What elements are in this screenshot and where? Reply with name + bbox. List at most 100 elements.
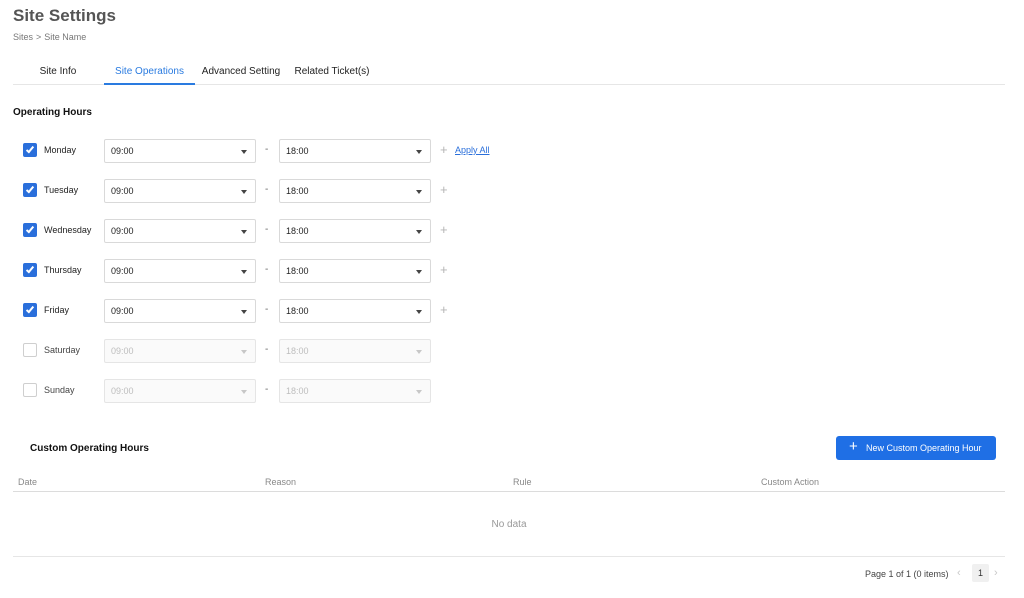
caret-down-icon — [241, 390, 247, 394]
caret-down-icon — [416, 310, 422, 314]
plus-icon[interactable]: + — [440, 142, 448, 157]
tab-related-tickets[interactable]: Related Ticket(s) — [294, 58, 370, 85]
tab-site-operations[interactable]: Site Operations — [104, 58, 195, 85]
end-time-select: 18:00 — [279, 379, 431, 403]
day-label: Thursday — [44, 265, 82, 275]
start-time-select[interactable]: 09:00 — [104, 299, 256, 323]
end-time-select-value: 18:00 — [286, 306, 309, 316]
day-checkbox-thursday[interactable] — [23, 263, 37, 277]
start-time-select[interactable]: 09:00 — [104, 139, 256, 163]
breadcrumb-current: Site Name — [44, 32, 87, 42]
plus-icon: + — [849, 438, 858, 455]
start-time-select[interactable]: 09:00 — [104, 179, 256, 203]
time-range-separator: - — [265, 264, 269, 275]
column-header-date: Date — [18, 477, 38, 487]
end-time-select[interactable]: 18:00 — [279, 179, 431, 203]
day-checkbox-wednesday[interactable] — [23, 223, 37, 237]
check-icon — [25, 144, 35, 154]
day-row-tuesday: Tuesday 09:00 18:00 - + — [0, 179, 520, 203]
time-range-separator: - — [265, 304, 269, 315]
time-range-separator: - — [265, 184, 269, 195]
caret-down-icon — [416, 350, 422, 354]
end-time-select[interactable]: 18:00 — [279, 139, 431, 163]
column-header-custom-action: Custom Action — [761, 477, 820, 487]
breadcrumb-sites-link[interactable]: Sites — [13, 32, 33, 42]
day-checkbox-friday[interactable] — [23, 303, 37, 317]
plus-icon[interactable]: + — [440, 262, 448, 277]
day-checkbox-monday[interactable] — [23, 143, 37, 157]
caret-down-icon — [416, 390, 422, 394]
column-header-rule: Rule — [513, 477, 532, 487]
time-range-separator: - — [265, 144, 269, 155]
custom-operating-hours-title: Custom Operating Hours — [30, 443, 149, 454]
caret-down-icon — [416, 190, 422, 194]
start-time-select-value: 09:00 — [111, 146, 134, 156]
caret-down-icon — [241, 270, 247, 274]
day-row-friday: Friday 09:00 18:00 - + — [0, 299, 520, 323]
time-range-separator: - — [265, 384, 269, 395]
caret-down-icon — [241, 230, 247, 234]
day-checkbox-sunday[interactable] — [23, 383, 37, 397]
day-label: Friday — [44, 305, 70, 315]
chevron-right-icon[interactable]: › — [994, 567, 998, 579]
time-range-separator: - — [265, 344, 269, 355]
start-time-select: 09:00 — [104, 379, 256, 403]
start-time-select-value: 09:00 — [111, 266, 134, 276]
apply-all-link[interactable]: Apply All — [455, 145, 490, 155]
day-label: Wednesday — [44, 225, 92, 235]
caret-down-icon — [241, 350, 247, 354]
start-time-select-value: 09:00 — [111, 306, 134, 316]
day-row-wednesday: Wednesday 09:00 18:00 - + — [0, 219, 520, 243]
plus-icon[interactable]: + — [440, 302, 448, 317]
pagination: Page 1 of 1 (0 items) ‹ 1 › — [850, 564, 1020, 582]
check-icon — [25, 224, 35, 234]
time-range-separator: - — [265, 224, 269, 235]
pagination-info: Page 1 of 1 (0 items) — [865, 569, 949, 579]
day-row-thursday: Thursday 09:00 18:00 - + — [0, 259, 520, 283]
start-time-select[interactable]: 09:00 — [104, 259, 256, 283]
pagination-page-button[interactable]: 1 — [972, 564, 989, 582]
day-row-saturday: Saturday 09:00 18:00 - — [0, 339, 520, 363]
end-time-select: 18:00 — [279, 339, 431, 363]
day-label: Saturday — [44, 345, 81, 355]
tab-advanced-setting[interactable]: Advanced Setting — [201, 58, 281, 85]
breadcrumb-separator: > — [36, 32, 42, 42]
caret-down-icon — [241, 150, 247, 154]
start-time-select-value: 09:00 — [111, 186, 134, 196]
chevron-left-icon[interactable]: ‹ — [957, 567, 961, 579]
empty-state-text: No data — [491, 519, 527, 530]
end-time-select[interactable]: 18:00 — [279, 259, 431, 283]
end-time-select-value: 18:00 — [286, 186, 309, 196]
plus-icon[interactable]: + — [440, 182, 448, 197]
end-time-select[interactable]: 18:00 — [279, 219, 431, 243]
caret-down-icon — [416, 270, 422, 274]
check-icon — [25, 184, 35, 194]
caret-down-icon — [241, 310, 247, 314]
column-header-reason: Reason — [265, 477, 297, 487]
end-time-select-value: 18:00 — [286, 266, 309, 276]
start-time-select-value: 09:00 — [111, 346, 134, 356]
start-time-select-value: 09:00 — [111, 386, 134, 396]
day-row-sunday: Sunday 09:00 18:00 - — [0, 379, 520, 403]
day-label: Tuesday — [44, 185, 79, 195]
day-checkbox-saturday[interactable] — [23, 343, 37, 357]
tab-site-info[interactable]: Site Info — [28, 58, 88, 85]
start-time-select-value: 09:00 — [111, 226, 134, 236]
caret-down-icon — [416, 150, 422, 154]
day-checkbox-tuesday[interactable] — [23, 183, 37, 197]
tab-bar: Site Info Site Operations Advanced Setti… — [13, 58, 1005, 85]
day-label: Sunday — [44, 385, 75, 395]
start-time-select[interactable]: 09:00 — [104, 219, 256, 243]
start-time-select: 09:00 — [104, 339, 256, 363]
page-title: Site Settings — [13, 6, 116, 25]
check-icon — [25, 304, 35, 314]
new-custom-operating-hour-button[interactable]: + New Custom Operating Hour — [836, 436, 996, 460]
day-row-monday: Monday 09:00 18:00 - + Apply All — [0, 139, 520, 163]
operating-hours-title: Operating Hours — [13, 107, 92, 118]
end-time-select-value: 18:00 — [286, 146, 309, 156]
day-label: Monday — [44, 145, 77, 155]
end-time-select[interactable]: 18:00 — [279, 299, 431, 323]
table-header: Date Reason Rule Custom Action — [13, 472, 1005, 492]
plus-icon[interactable]: + — [440, 222, 448, 237]
end-time-select-value: 18:00 — [286, 226, 309, 236]
